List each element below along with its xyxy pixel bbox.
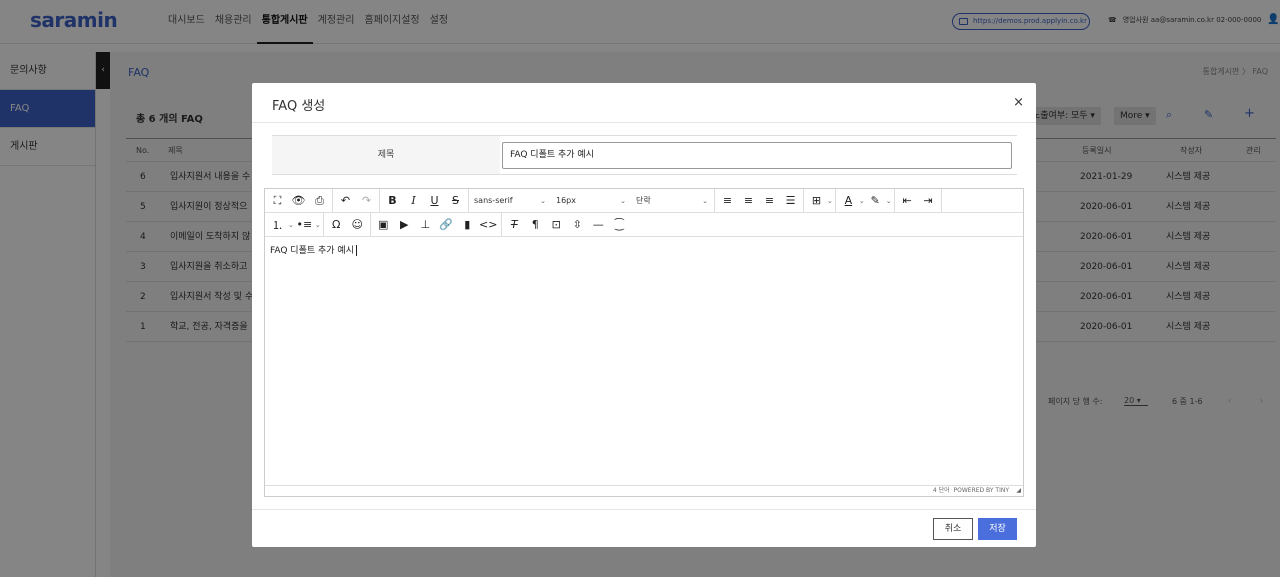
title-input[interactable]: FAQ 디폴트 추가 예시: [502, 142, 1012, 169]
modal-title: FAQ 생성: [272, 99, 326, 114]
outdent-icon[interactable]: ⇤: [897, 190, 918, 212]
toolbar-group-lists: ⒈ ⌄ •≡ ⌄: [265, 212, 324, 237]
page-break-icon[interactable]: ⇳: [567, 214, 588, 236]
highlight-icon[interactable]: ✎: [865, 190, 886, 212]
chevron-down-icon: ⌄: [540, 196, 546, 205]
indent-icon[interactable]: ⇥: [918, 190, 939, 212]
bold-icon[interactable]: B: [382, 190, 403, 212]
title-field-row: 제목 FAQ 디폴트 추가 예시: [272, 135, 1017, 175]
toolbar-group-misc: T ¶ ⊡ ⇳ — ⁐: [502, 213, 632, 237]
horizontal-rule-icon[interactable]: —: [588, 214, 609, 236]
align-justify-icon[interactable]: ☰: [780, 190, 801, 212]
faq-create-modal: FAQ 생성 × 제목 FAQ 디폴트 추가 예시 ⛶ 👁 ⎙ ↶ ↷ B I …: [252, 83, 1036, 547]
bookmark-icon[interactable]: ▮: [457, 214, 478, 236]
toolbar-group-insert: ▣ ▶ ⊥ 🔗 ▮ <>: [371, 212, 502, 237]
paragraph-mark-icon[interactable]: ¶: [525, 214, 546, 236]
toolbar-group-color: A ⌄ ✎ ⌄: [836, 188, 895, 213]
editor-content-text: FAQ 디폴트 추가 예시: [270, 246, 354, 256]
italic-icon[interactable]: I: [403, 190, 424, 212]
chevron-down-icon[interactable]: ⌄: [827, 197, 833, 205]
close-icon[interactable]: ×: [1013, 95, 1024, 110]
toolbar-group-chars: Ω ☺: [324, 212, 371, 237]
title-label: 제목: [272, 136, 500, 174]
divider: [252, 509, 1036, 510]
text-color-icon[interactable]: A: [838, 190, 859, 212]
word-count: 4 단어: [932, 487, 950, 494]
chevron-down-icon[interactable]: ⌄: [315, 221, 321, 229]
media-icon[interactable]: ▶: [394, 214, 415, 236]
resize-handle-icon[interactable]: ◢: [1016, 486, 1021, 496]
special-char-icon[interactable]: Ω: [326, 214, 347, 236]
chevron-down-icon: ⌄: [702, 196, 708, 205]
chevron-down-icon[interactable]: ⌄: [886, 197, 892, 205]
align-left-icon[interactable]: ≡: [717, 190, 738, 212]
toolbar-group-indent: ⇤ ⇥: [895, 188, 942, 213]
preview-icon[interactable]: 👁: [288, 190, 309, 212]
cancel-button[interactable]: 취소: [933, 518, 973, 540]
font-family-select[interactable]: sans-serif ⌄: [469, 190, 551, 212]
clear-format-icon[interactable]: T: [504, 214, 525, 236]
toolbar-group-align: ≡ ≡ ≡ ☰: [715, 188, 804, 213]
nonbreaking-space-icon[interactable]: ⁐: [609, 214, 630, 236]
stamp-icon[interactable]: ⊥: [415, 214, 436, 236]
font-family-value: sans-serif: [474, 196, 513, 205]
block-format-select[interactable]: 단락 ⌄: [631, 190, 713, 212]
editor-toolbar-row-2: ⒈ ⌄ •≡ ⌄ Ω ☺ ▣ ▶ ⊥ 🔗 ▮ <> T ¶ ⊡ ⇳ — ⁐: [265, 212, 1023, 237]
editor-toolbar-row-1: ⛶ 👁 ⎙ ↶ ↷ B I U S sans-serif ⌄ 16px ⌄ 단락…: [265, 188, 1023, 213]
divider: [252, 122, 1036, 123]
font-size-select[interactable]: 16px ⌄: [551, 190, 631, 212]
redo-icon[interactable]: ↷: [356, 190, 377, 212]
toolbar-group-view: ⛶ 👁 ⎙: [265, 188, 333, 213]
fullscreen-icon[interactable]: ⛶: [267, 190, 288, 212]
underline-icon[interactable]: U: [424, 190, 445, 212]
undo-icon[interactable]: ↶: [335, 190, 356, 212]
editor-content-area[interactable]: FAQ 디폴트 추가 예시: [270, 243, 357, 256]
toolbar-group-table: ⊞ ⌄: [804, 188, 836, 213]
link-icon[interactable]: 🔗: [436, 214, 457, 236]
table-icon[interactable]: ⊞: [806, 190, 827, 212]
chevron-down-icon: ⌄: [620, 196, 626, 205]
print-icon[interactable]: ⎙: [309, 190, 330, 212]
font-size-value: 16px: [556, 196, 576, 205]
editor-statusbar: 4 단어 POWERED BY TINY ◢: [265, 485, 1023, 496]
rich-text-editor: ⛶ 👁 ⎙ ↶ ↷ B I U S sans-serif ⌄ 16px ⌄ 단락…: [264, 188, 1024, 497]
strikethrough-icon[interactable]: S: [445, 190, 466, 212]
emoji-icon[interactable]: ☺: [347, 214, 368, 236]
toolbar-group-format: B I U S: [380, 188, 469, 213]
bullet-list-icon[interactable]: •≡: [294, 214, 315, 236]
text-caret: [355, 245, 357, 256]
block-format-value: 단락: [636, 196, 651, 205]
toolbar-group-history: ↶ ↷: [333, 188, 380, 213]
save-button[interactable]: 저장: [978, 518, 1017, 540]
block-format-group: 단락 ⌄: [631, 188, 715, 213]
powered-by[interactable]: POWERED BY TINY: [954, 487, 1010, 494]
code-icon[interactable]: <>: [478, 214, 499, 236]
align-center-icon[interactable]: ≡: [738, 190, 759, 212]
visual-blocks-icon[interactable]: ⊡: [546, 214, 567, 236]
align-right-icon[interactable]: ≡: [759, 190, 780, 212]
numbered-list-icon[interactable]: ⒈: [267, 214, 288, 236]
image-icon[interactable]: ▣: [373, 214, 394, 236]
